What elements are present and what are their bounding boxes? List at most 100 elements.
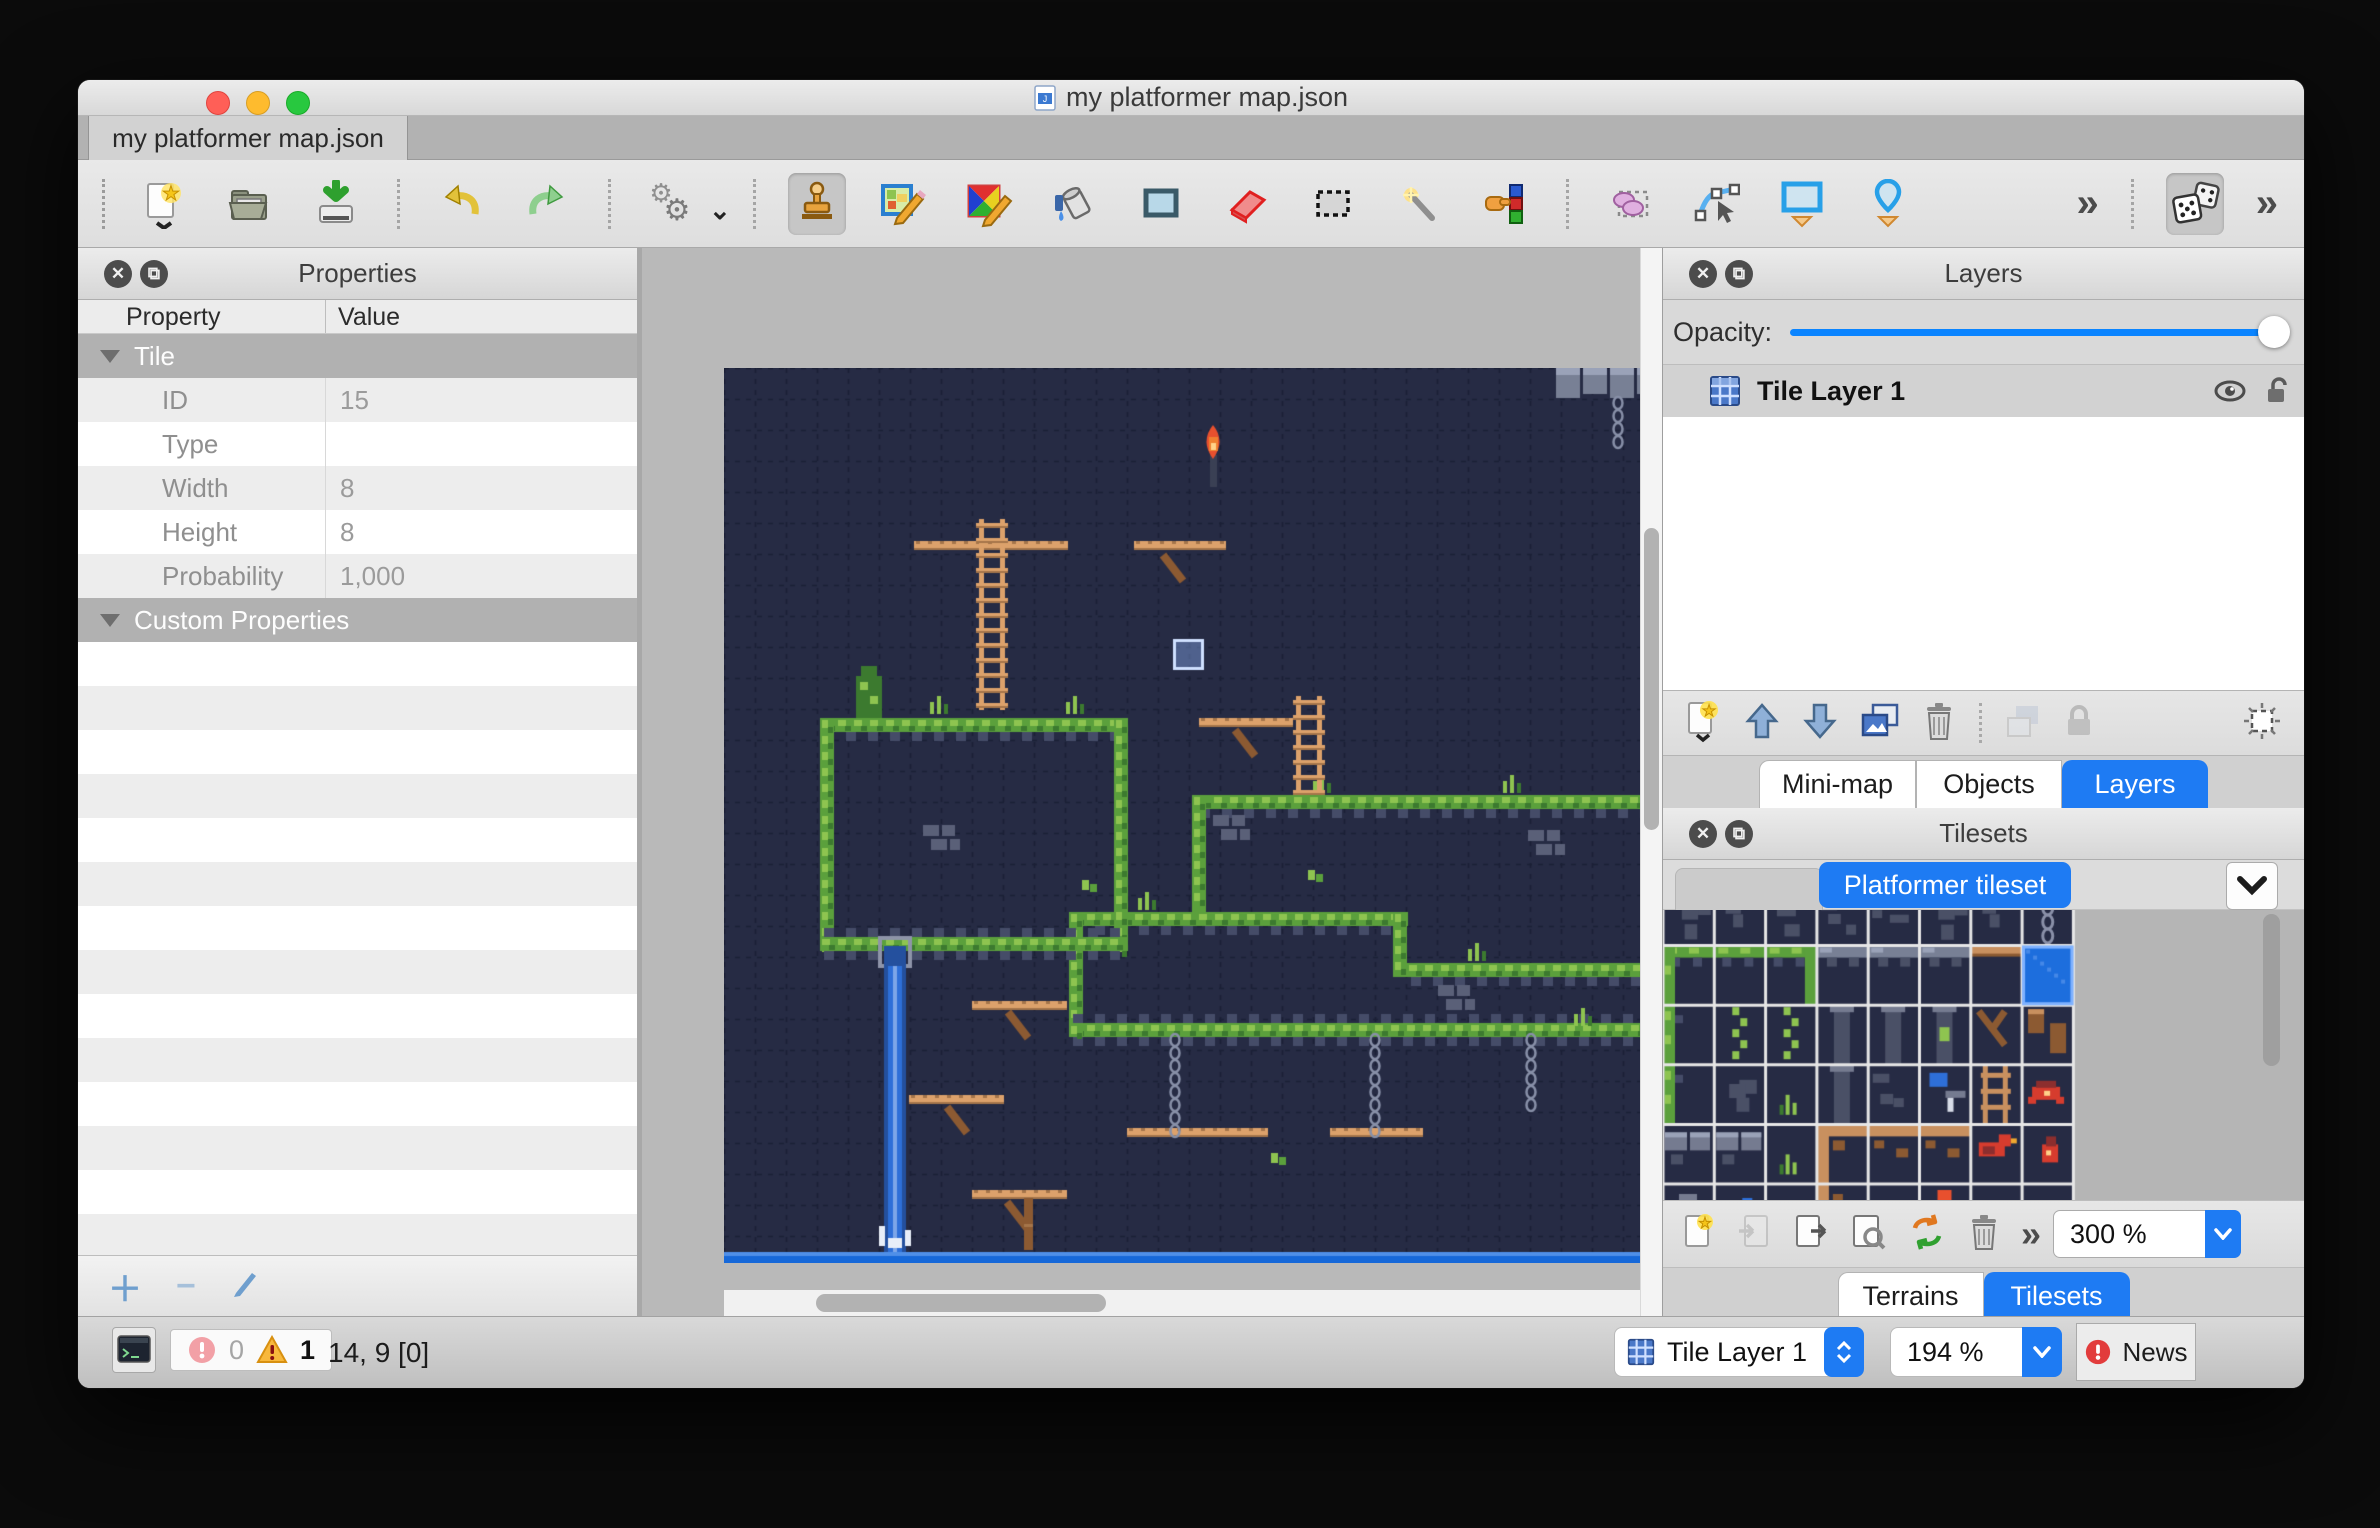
- issues-counter[interactable]: 0 1: [170, 1329, 332, 1371]
- error-count: 0: [229, 1335, 244, 1366]
- tile-group-row[interactable]: Tile: [78, 334, 637, 378]
- layer-unlocked-icon[interactable]: [2264, 375, 2292, 407]
- automapping-button[interactable]: ⚙⚙: [643, 173, 701, 235]
- chevron-down-icon[interactable]: [2205, 1210, 2241, 1258]
- export-tileset-button[interactable]: [1793, 1211, 1829, 1258]
- duplicate-layer-button[interactable]: [1859, 701, 1901, 746]
- map-zoom-select[interactable]: 194 %: [1890, 1327, 2062, 1377]
- float-panel-icon[interactable]: ⧉: [1725, 820, 1753, 848]
- hscroll-thumb[interactable]: [816, 1294, 1106, 1312]
- float-panel-icon[interactable]: ⧉: [1725, 260, 1753, 288]
- tileset-scrollbar-thumb[interactable]: [2263, 914, 2280, 1066]
- minimize-window-button[interactable]: [246, 91, 270, 115]
- layer-select-combo[interactable]: Tile Layer 1: [1614, 1327, 1864, 1377]
- zoom-window-button[interactable]: [286, 91, 310, 115]
- import-tileset-icon: [1737, 1211, 1773, 1253]
- property-row-id[interactable]: ID15: [78, 378, 637, 422]
- delete-layer-button[interactable]: [1921, 700, 1957, 747]
- insert-rectangle-icon: [1778, 179, 1826, 229]
- opacity-slider-thumb[interactable]: [2258, 316, 2290, 348]
- svg-text:J: J: [1043, 94, 1048, 104]
- close-panel-icon[interactable]: ✕: [1689, 260, 1717, 288]
- property-row-width[interactable]: Width8: [78, 466, 637, 510]
- random-mode-button[interactable]: [2166, 173, 2224, 235]
- opacity-slider-track[interactable]: [1790, 329, 2288, 336]
- map-horizontal-scrollbar[interactable]: [724, 1290, 1640, 1316]
- close-panel-icon[interactable]: ✕: [1689, 820, 1717, 848]
- select-objects-tool[interactable]: [1601, 173, 1659, 235]
- show-other-layers-button[interactable]: [2004, 702, 2044, 745]
- automapping-dropdown-chevron[interactable]: ⌄: [709, 195, 731, 226]
- remove-tileset-button[interactable]: [1967, 1212, 2001, 1257]
- properties-column-header: Property Value: [78, 300, 637, 334]
- pencil-icon: [230, 1267, 260, 1297]
- eraser-tool[interactable]: [1218, 173, 1276, 235]
- console-button[interactable]: [112, 1327, 156, 1373]
- tab-mini-map[interactable]: Mini-map: [1759, 760, 1916, 808]
- map-vertical-scrollbar[interactable]: [1640, 248, 1662, 1316]
- vscroll-thumb[interactable]: [1644, 528, 1659, 830]
- tileset-toolbar-overflow[interactable]: »: [2021, 1213, 2037, 1255]
- map-canvas[interactable]: [724, 368, 1661, 1263]
- insert-point-tool[interactable]: [1859, 173, 1917, 235]
- float-panel-icon[interactable]: ⧉: [140, 260, 168, 288]
- property-row-probability[interactable]: Probability1,000: [78, 554, 637, 598]
- stamp-brush-tool[interactable]: [788, 173, 846, 235]
- layer-visible-eye-icon[interactable]: [2212, 377, 2248, 405]
- rectangular-select-tool[interactable]: [1304, 173, 1362, 235]
- highlight-current-layer-button[interactable]: [2240, 699, 2284, 748]
- save-file-button[interactable]: [307, 173, 365, 235]
- arrow-up-icon: [1743, 701, 1781, 741]
- property-row-type[interactable]: Type: [78, 422, 637, 466]
- raise-layer-button[interactable]: [1743, 701, 1781, 746]
- toolbar-drag-handle[interactable]: [102, 179, 105, 229]
- lower-layer-button[interactable]: [1801, 701, 1839, 746]
- shape-fill-tool[interactable]: [1132, 173, 1190, 235]
- insert-rectangle-tool[interactable]: [1773, 173, 1831, 235]
- toolbar-overflow-button[interactable]: »: [2256, 181, 2274, 226]
- close-window-button[interactable]: [206, 91, 230, 115]
- edit-polygons-tool[interactable]: [1687, 173, 1745, 235]
- property-row-height[interactable]: Height8: [78, 510, 637, 554]
- tileset-canvas[interactable]: [1663, 910, 2285, 1200]
- select-same-tile-tool[interactable]: [1476, 173, 1534, 235]
- tab-objects[interactable]: Objects: [1916, 760, 2062, 808]
- new-layer-button[interactable]: ★: [1683, 699, 1723, 748]
- document-tab[interactable]: my platformer map.json: [88, 116, 408, 160]
- layer-row-tile-layer-1[interactable]: Tile Layer 1: [1663, 365, 2304, 417]
- magic-wand-tool[interactable]: [1390, 173, 1448, 235]
- wang-brush-tool[interactable]: [960, 173, 1018, 235]
- custom-properties-group-row[interactable]: Custom Properties: [78, 598, 637, 642]
- lock-other-layers-button[interactable]: [2064, 703, 2094, 744]
- toolbar-overflow-button[interactable]: »: [2077, 181, 2095, 226]
- wang-tiles-pencil-icon: [965, 180, 1013, 228]
- undo-button[interactable]: [432, 173, 490, 235]
- chevron-down-icon[interactable]: [2022, 1327, 2062, 1377]
- toolbar-separator: [1566, 179, 1569, 229]
- new-map-button[interactable]: ★: [135, 173, 193, 235]
- edit-tileset-button[interactable]: [1849, 1211, 1887, 1258]
- new-tileset-button[interactable]: ★: [1681, 1211, 1717, 1258]
- tab-terrains[interactable]: Terrains: [1838, 1272, 1984, 1320]
- layer-select-stepper[interactable]: [1824, 1327, 1864, 1377]
- news-button[interactable]: News: [2076, 1323, 2196, 1381]
- terrain-brush-tool[interactable]: [874, 173, 932, 235]
- add-property-button[interactable]: ＋: [108, 1262, 142, 1311]
- tab-tilesets[interactable]: Tilesets: [1984, 1272, 2130, 1320]
- tileset-list-dropdown-button[interactable]: [2226, 862, 2278, 910]
- remove-property-button[interactable]: −: [176, 1267, 196, 1306]
- redo-button[interactable]: [518, 173, 576, 235]
- tab-layers[interactable]: Layers: [2062, 760, 2208, 808]
- edit-property-button[interactable]: [230, 1267, 260, 1306]
- bucket-fill-tool[interactable]: [1046, 173, 1104, 235]
- open-file-button[interactable]: [221, 173, 279, 235]
- tileset-zoom-select[interactable]: 300 %: [2053, 1210, 2241, 1258]
- right-dock: ✕ ⧉ Layers Opacity: Tile Layer 1 ★: [1662, 248, 2304, 1326]
- tileset-tab-platformer[interactable]: Platformer tileset: [1819, 862, 2071, 908]
- reload-tileset-button[interactable]: [1907, 1212, 1947, 1257]
- embed-tileset-button[interactable]: [1737, 1211, 1773, 1258]
- collapse-triangle-icon[interactable]: [100, 350, 120, 363]
- opacity-slider[interactable]: [1790, 316, 2288, 348]
- close-panel-icon[interactable]: ✕: [104, 260, 132, 288]
- collapse-triangle-icon[interactable]: [100, 614, 120, 627]
